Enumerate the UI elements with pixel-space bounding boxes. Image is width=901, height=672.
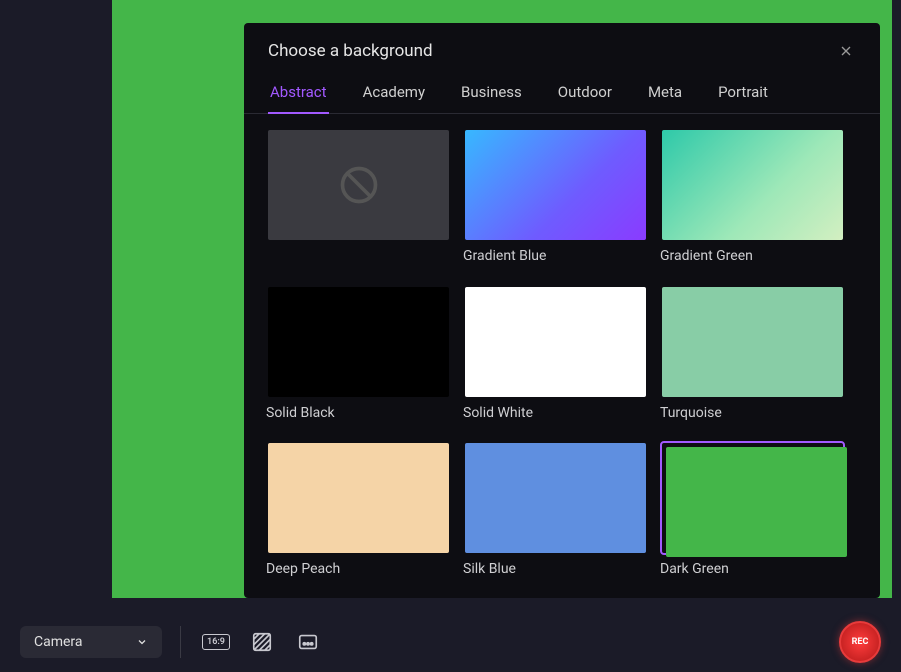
swatch xyxy=(660,441,845,555)
background-turquoise[interactable]: Turquoise xyxy=(660,285,845,428)
swatch-label: Silk Blue xyxy=(463,561,648,577)
background-dialog: Choose a background Abstract Academy Bus… xyxy=(244,23,880,598)
swatch-label: Deep Peach xyxy=(266,561,451,577)
tab-meta[interactable]: Meta xyxy=(646,73,684,113)
swatch xyxy=(660,285,845,399)
background-button[interactable] xyxy=(245,625,279,659)
chevron-down-icon xyxy=(136,636,148,648)
category-tabs: Abstract Academy Business Outdoor Meta P… xyxy=(244,73,880,114)
background-solid-black[interactable]: Solid Black xyxy=(266,285,451,428)
dialog-title: Choose a background xyxy=(268,41,433,61)
background-gradient-green[interactable]: Gradient Green xyxy=(660,128,845,271)
none-swatch xyxy=(266,128,451,242)
background-grid[interactable]: Gradient Blue Gradient Green Solid Black… xyxy=(244,114,880,598)
captions-button[interactable] xyxy=(291,625,325,659)
no-background-icon xyxy=(337,163,381,207)
dialog-header: Choose a background xyxy=(244,23,880,73)
swatch xyxy=(463,128,648,242)
swatch xyxy=(660,128,845,242)
record-label: REC xyxy=(852,637,869,647)
tab-business[interactable]: Business xyxy=(459,73,524,113)
swatch-label: Dark Green xyxy=(660,561,845,577)
swatch xyxy=(266,441,451,555)
tab-outdoor[interactable]: Outdoor xyxy=(556,73,614,113)
background-dark-green[interactable]: Dark Green xyxy=(660,441,845,584)
background-solid-white[interactable]: Solid White xyxy=(463,285,648,428)
divider xyxy=(180,626,181,658)
swatch-label: Turquoise xyxy=(660,405,845,421)
hatch-icon xyxy=(251,631,273,653)
swatch-label: Gradient Blue xyxy=(463,248,648,264)
record-button[interactable]: REC xyxy=(839,621,881,663)
source-dropdown[interactable]: Camera xyxy=(20,626,162,658)
swatch xyxy=(463,285,648,399)
swatch xyxy=(463,441,648,555)
tab-portrait[interactable]: Portrait xyxy=(716,73,770,113)
background-none[interactable] xyxy=(266,128,451,271)
aspect-ratio-button[interactable]: 16:9 xyxy=(199,625,233,659)
swatch xyxy=(266,285,451,399)
swatch-label: Gradient Green xyxy=(660,248,845,264)
background-gradient-blue[interactable]: Gradient Blue xyxy=(463,128,648,271)
background-deep-peach[interactable]: Deep Peach xyxy=(266,441,451,584)
captions-icon xyxy=(297,631,319,653)
swatch-label: Solid Black xyxy=(266,405,451,421)
left-panel xyxy=(0,0,112,610)
background-silk-blue[interactable]: Silk Blue xyxy=(463,441,648,584)
tab-academy[interactable]: Academy xyxy=(361,73,427,113)
close-icon xyxy=(838,43,854,59)
aspect-ratio-label: 16:9 xyxy=(202,634,230,650)
close-button[interactable] xyxy=(836,41,856,61)
swatch-label: Solid White xyxy=(463,405,648,421)
tab-abstract[interactable]: Abstract xyxy=(268,73,329,113)
source-label: Camera xyxy=(34,634,83,650)
bottom-toolbar: Camera 16:9 REC xyxy=(0,612,901,672)
